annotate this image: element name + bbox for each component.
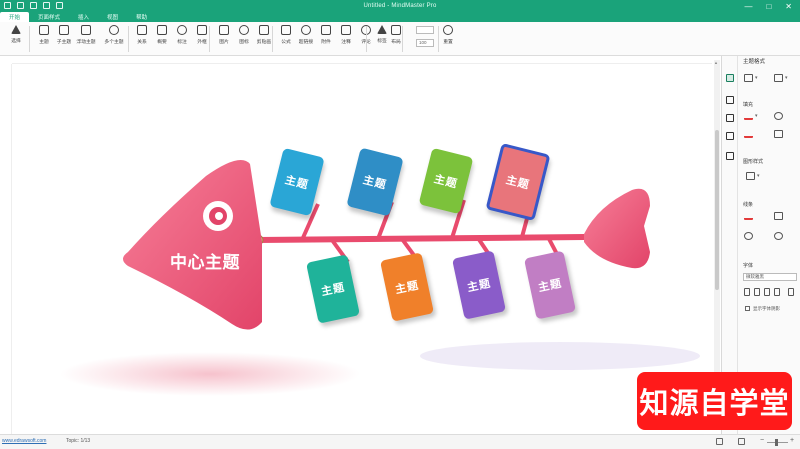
status-bar: www.edrawsoft.com Topic: 1/13 − + xyxy=(0,434,800,449)
menu-page-style[interactable]: 页面样式 xyxy=(29,12,69,22)
chevron-down-icon[interactable]: ▾ xyxy=(755,113,758,119)
link-icon xyxy=(301,25,311,35)
chevron-down-icon[interactable]: ▾ xyxy=(757,173,760,179)
reset-icon xyxy=(443,25,453,35)
fish-eye-highlight xyxy=(215,212,223,220)
underline-icon[interactable] xyxy=(764,288,770,296)
bold-icon[interactable] xyxy=(744,288,750,296)
tool-reset[interactable]: 重置 xyxy=(434,24,462,54)
icon-icon xyxy=(239,25,249,35)
shape-style-icon[interactable] xyxy=(744,74,753,82)
border-style-icon[interactable] xyxy=(774,130,783,138)
style-icon[interactable] xyxy=(726,74,734,82)
relationship-icon xyxy=(137,25,147,35)
topic-shape-icon[interactable] xyxy=(746,172,755,180)
fish-spine xyxy=(255,234,588,243)
fishbone-diagram xyxy=(60,160,700,396)
spacing-field[interactable] xyxy=(416,26,434,34)
attachment-icon xyxy=(321,25,331,35)
minimize-button[interactable]: — xyxy=(744,2,752,11)
line-style-icon[interactable] xyxy=(744,232,753,240)
maximize-button[interactable]: □ xyxy=(766,2,771,11)
clipart-icon xyxy=(259,25,269,35)
menu-bar: 开始 页面样式 插入 视图 帮助 xyxy=(0,12,156,22)
layout-style-icon[interactable] xyxy=(774,74,783,82)
zoom-in-button[interactable]: + xyxy=(790,437,794,444)
select-icon xyxy=(11,25,21,34)
central-topic[interactable]: 中心主题 xyxy=(170,248,240,273)
fish-tail xyxy=(584,188,650,269)
theme-icon[interactable] xyxy=(726,114,734,122)
menu-insert[interactable]: 插入 xyxy=(69,12,98,22)
ribbon-divider xyxy=(366,26,367,52)
history-icon[interactable] xyxy=(726,152,734,160)
menu-home[interactable]: 开始 xyxy=(0,12,30,22)
text-shadow-label: 显示字体阴影 xyxy=(753,306,780,311)
scroll-up-icon[interactable]: ▲ xyxy=(714,60,718,65)
line-width-icon[interactable] xyxy=(774,212,783,220)
tail-shadow xyxy=(420,342,700,370)
fill-color-icon[interactable] xyxy=(744,112,753,120)
menu-help[interactable]: 帮助 xyxy=(127,12,156,22)
line-color-icon[interactable] xyxy=(744,212,753,220)
topic-count: Topic: 1/13 xyxy=(66,438,91,444)
window-controls: — □ ✕ xyxy=(744,2,792,11)
ribbon-divider xyxy=(402,26,403,52)
panel-title: 主题格式 xyxy=(743,59,766,65)
scrollbar-thumb[interactable] xyxy=(715,130,719,290)
italic-icon[interactable] xyxy=(754,288,760,296)
floating-topic-icon xyxy=(81,25,91,35)
shape-section-label: 图形样式 xyxy=(743,159,764,165)
clipart-panel-icon[interactable] xyxy=(726,132,734,140)
text-shadow-checkbox[interactable] xyxy=(745,306,750,311)
fill-section-label: 填充 xyxy=(743,102,754,108)
tool-select[interactable]: 选择 xyxy=(2,24,30,54)
chevron-down-icon[interactable]: ▾ xyxy=(785,75,788,81)
zoom-out-button[interactable]: − xyxy=(760,437,764,444)
tool-floating-topic[interactable]: 浮动主题 xyxy=(72,24,100,54)
border-color-icon[interactable] xyxy=(744,130,753,138)
callout-icon xyxy=(177,25,187,35)
chevron-down-icon[interactable]: ▾ xyxy=(755,75,758,81)
align-icon[interactable] xyxy=(788,288,794,296)
window-title: Untitled - MindMaster Pro xyxy=(363,3,437,9)
topic-icon xyxy=(39,25,49,35)
zoom-slider-thumb[interactable] xyxy=(775,439,778,446)
fit-page-icon[interactable] xyxy=(716,438,723,445)
text-section-label: 字体 xyxy=(743,263,754,269)
shadow-icon[interactable] xyxy=(774,112,783,120)
brand-watermark: 知源自学堂 xyxy=(637,372,792,430)
text-color-icon[interactable] xyxy=(774,288,780,296)
head-shadow xyxy=(60,352,360,396)
tool-layout[interactable]: 布局 xyxy=(382,24,410,54)
multi-topic-icon xyxy=(109,25,119,35)
line-section-label: 线条 xyxy=(743,202,754,208)
zoom-field[interactable]: 100 xyxy=(416,39,434,47)
outline-icon[interactable] xyxy=(726,96,734,104)
formula-icon xyxy=(281,25,291,35)
fish-head[interactable] xyxy=(123,160,262,330)
note-icon xyxy=(341,25,351,35)
close-button[interactable]: ✕ xyxy=(785,2,792,11)
layout-icon xyxy=(391,25,401,35)
line-arrow-icon[interactable] xyxy=(774,232,783,240)
menu-view[interactable]: 视图 xyxy=(98,12,127,22)
tool-multi-topic[interactable]: 多个主题 xyxy=(100,24,128,54)
ribbon-toolbar: 选择 主题 子主题 浮动主题 多个主题 关系 概要 标注 外框 图片 图标 剪贴… xyxy=(0,22,800,56)
font-family-select[interactable]: 微软雅黑 xyxy=(743,273,797,281)
boundary-icon xyxy=(197,25,207,35)
full-screen-icon[interactable] xyxy=(738,438,745,445)
brand-watermark-text: 知源自学堂 xyxy=(639,386,790,420)
website-link[interactable]: www.edrawsoft.com xyxy=(2,438,46,444)
image-icon xyxy=(219,25,229,35)
summary-icon xyxy=(157,25,167,35)
subtopic-icon xyxy=(59,25,69,35)
mind-map-canvas[interactable]: 中心主题 主题 主题 主题 主题 主题 主题 主题 主题 xyxy=(0,56,714,434)
title-bar: Untitled - MindMaster Pro — □ ✕ 开始 页面样式 … xyxy=(0,0,800,22)
